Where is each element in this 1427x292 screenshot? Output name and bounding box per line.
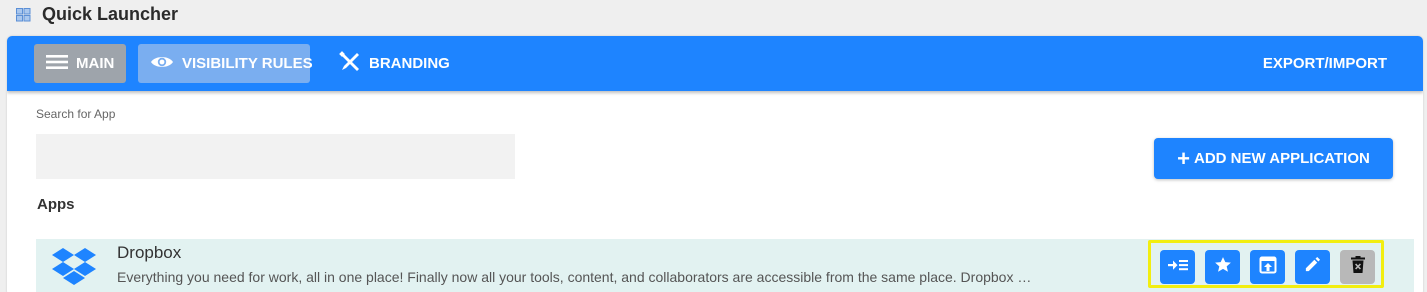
row-actions — [1148, 240, 1384, 288]
add-button-label: ADD NEW APPLICATION — [1194, 150, 1370, 167]
tab-visibility-label: VISIBILITY RULES — [182, 55, 313, 72]
trash-icon — [1350, 256, 1365, 278]
app-name: Dropbox — [117, 243, 182, 262]
toolbar: MAIN VISIBILITY RULES BRANDING EXPORT/IM… — [7, 36, 1423, 91]
search-label: Search for App — [36, 107, 116, 121]
search-input[interactable] — [36, 134, 515, 179]
launcher-panel: MAIN VISIBILITY RULES BRANDING EXPORT/IM… — [7, 36, 1423, 292]
apps-heading: Apps — [37, 196, 75, 213]
export-import-label: EXPORT/IMPORT — [1262, 55, 1387, 72]
add-new-application-button[interactable]: + ADD NEW APPLICATION — [1154, 138, 1393, 179]
plus-icon: + — [1177, 145, 1191, 171]
page-title: Quick Launcher — [42, 4, 179, 24]
pencil-ruler-icon — [327, 50, 369, 77]
eye-icon — [138, 54, 182, 74]
title-bar: Quick Launcher — [0, 0, 1427, 36]
open-app-button[interactable] — [1250, 250, 1285, 284]
pencil-icon — [1304, 256, 1321, 278]
tab-main[interactable]: MAIN — [34, 44, 126, 83]
tab-main-label: MAIN — [76, 55, 115, 72]
app-description: Everything you need for work, all in one… — [117, 269, 1032, 285]
hamburger-icon — [34, 54, 76, 74]
list-item[interactable]: Dropbox Everything you need for work, al… — [36, 239, 1414, 292]
grid-icon — [16, 8, 31, 22]
star-icon — [1214, 256, 1232, 279]
favorite-button[interactable] — [1205, 250, 1240, 284]
export-import-button[interactable]: EXPORT/IMPORT — [1263, 44, 1387, 83]
move-to-list-icon — [1167, 258, 1188, 277]
move-to-list-button[interactable] — [1160, 250, 1195, 284]
delete-button[interactable] — [1340, 250, 1375, 284]
tab-visibility-rules[interactable]: VISIBILITY RULES — [138, 44, 313, 83]
tab-branding[interactable]: BRANDING — [327, 44, 457, 83]
dropbox-logo-icon — [52, 246, 96, 286]
tab-branding-label: BRANDING — [369, 55, 450, 72]
open-external-icon — [1259, 256, 1277, 279]
edit-button[interactable] — [1295, 250, 1330, 284]
